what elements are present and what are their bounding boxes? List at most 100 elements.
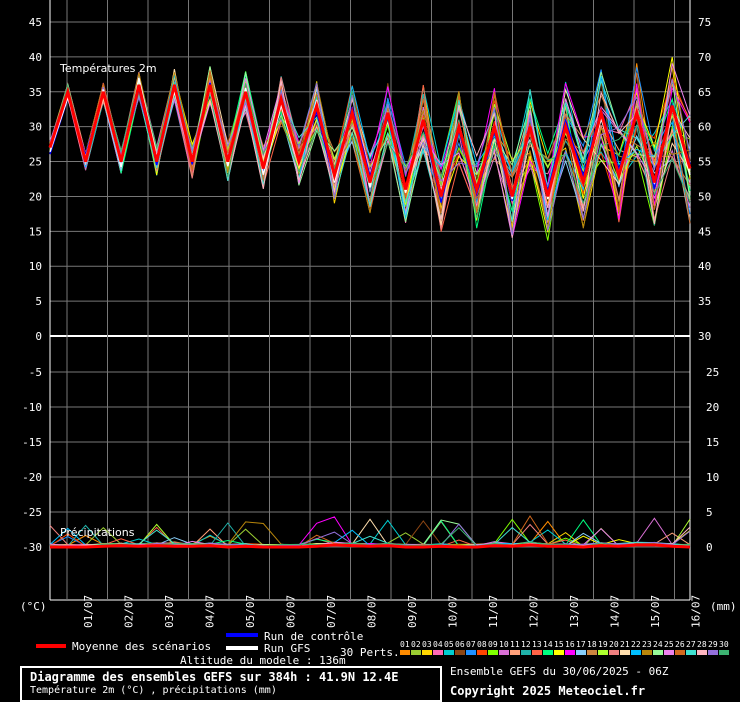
x-tick: 01/07 — [82, 595, 95, 628]
footer-subtitle: Température 2m (°C) , précipitations (mm… — [30, 685, 277, 696]
pert-swatch — [422, 650, 432, 655]
x-tick: 09/07 — [406, 595, 419, 628]
pert-number: 27 — [686, 640, 696, 649]
pert-swatch — [587, 650, 597, 655]
copyright: Copyright 2025 Meteociel.fr — [450, 684, 646, 698]
pert-swatch — [444, 650, 454, 655]
x-tick: 05/07 — [244, 595, 257, 628]
x-tick: 11/07 — [487, 595, 500, 628]
perts-label: 30 Perts. — [340, 646, 400, 659]
y-tick-left: 45 — [29, 16, 42, 29]
x-tick: 08/07 — [366, 595, 379, 628]
y-tick-left: -10 — [22, 401, 42, 414]
y-tick-right: 70 — [698, 51, 711, 64]
y-tick-right: 35 — [698, 295, 711, 308]
pert-number: 24 — [653, 640, 663, 649]
x-tick: 02/07 — [123, 595, 136, 628]
pert-number: 01 — [400, 640, 410, 649]
y-tick-left: 40 — [29, 51, 42, 64]
unit-left: (°C) — [20, 600, 47, 613]
pert-swatch — [697, 650, 707, 655]
pert-swatch — [686, 650, 696, 655]
pert-number: 05 — [444, 640, 454, 649]
y-tick-left: 20 — [29, 190, 42, 203]
y-tick-right: 75 — [698, 16, 711, 29]
pert-number: 16 — [565, 640, 575, 649]
pert-swatch — [433, 650, 443, 655]
pert-number: 13 — [532, 640, 542, 649]
y-tick-right: 50 — [698, 190, 711, 203]
pert-number: 09 — [488, 640, 498, 649]
pert-number: 08 — [477, 640, 487, 649]
unit-right: (mm) — [710, 600, 737, 613]
x-tick: 16/07 — [690, 595, 703, 628]
y-tick-left: 30 — [29, 121, 42, 134]
y-tick-left: 10 — [29, 260, 42, 273]
pert-swatch — [620, 650, 630, 655]
pert-swatch — [598, 650, 608, 655]
y-tick-left: 15 — [29, 225, 42, 238]
y-tick-left: -20 — [22, 471, 42, 484]
precip-panel-title: Précipitations — [60, 526, 135, 539]
pert-swatch — [576, 650, 586, 655]
pert-swatch — [521, 650, 531, 655]
pert-number: 19 — [598, 640, 608, 649]
pert-swatch — [675, 650, 685, 655]
pert-number: 25 — [664, 640, 674, 649]
y-tick-left: 25 — [29, 156, 42, 169]
y-tick-right: 45 — [698, 225, 711, 238]
y-tick-right: 30 — [698, 330, 711, 343]
chart-grid — [49, 0, 691, 601]
pert-swatch — [532, 650, 542, 655]
y-tick-right: 15 — [706, 436, 719, 449]
ensemble-chart: 45 7540 7035 6530 6025 5520 5015 4510 405 350 30-5… — [20, 0, 737, 667]
pert-number: 29 — [708, 640, 718, 649]
pert-swatch — [488, 650, 498, 655]
pert-number: 21 — [620, 640, 630, 649]
run-info: Ensemble GEFS du 30/06/2025 - 06Z — [450, 665, 669, 678]
y-tick-right: 10 — [706, 471, 719, 484]
pert-number: 14 — [543, 640, 553, 649]
x-tick: 04/07 — [204, 595, 217, 628]
y-tick-left: 5 — [35, 295, 42, 308]
pert-number: 07 — [466, 640, 476, 649]
pert-swatch — [719, 650, 729, 655]
legend-mean-label: Moyenne des scénarios — [72, 640, 211, 653]
x-tick: 14/07 — [609, 595, 622, 628]
x-tick: 03/07 — [163, 595, 176, 628]
y-tick-left: 0 — [35, 330, 42, 343]
pert-number: 22 — [631, 640, 641, 649]
pert-number: 30 — [719, 640, 729, 649]
pert-number: 03 — [422, 640, 432, 649]
pert-swatch — [653, 650, 663, 655]
y-tick-right: 0 — [706, 541, 713, 554]
pert-number: 02 — [411, 640, 421, 649]
pert-swatch — [466, 650, 476, 655]
mean-precip-line — [50, 543, 691, 549]
y-tick-right: 5 — [706, 506, 713, 519]
pert-number: 18 — [587, 640, 597, 649]
y-tick-left: -25 — [22, 506, 42, 519]
pert-swatch — [565, 650, 575, 655]
pert-swatch — [510, 650, 520, 655]
pert-number: 20 — [609, 640, 619, 649]
x-tick: 06/07 — [285, 595, 298, 628]
pert-number: 12 — [521, 640, 531, 649]
perturbation-legend: 01 02 03 04 05 06 07 08 09 10 11 12 13 14 15 16 17 18 19 20… — [400, 640, 729, 655]
x-tick: 12/07 — [528, 595, 541, 628]
pert-swatch — [554, 650, 564, 655]
pert-number: 28 — [697, 640, 707, 649]
y-tick-left: -30 — [22, 541, 42, 554]
x-tick: 13/07 — [568, 595, 581, 628]
pert-swatch — [411, 650, 421, 655]
y-tick-right: 65 — [698, 86, 711, 99]
pert-swatch — [477, 650, 487, 655]
temperature-panel-title: Températures 2m — [59, 62, 157, 75]
pert-swatch — [609, 650, 619, 655]
pert-swatch — [499, 650, 509, 655]
pert-number: 17 — [576, 640, 586, 649]
y-tick-right: 20 — [706, 401, 719, 414]
y-tick-left: -15 — [22, 436, 42, 449]
y-tick-left: 35 — [29, 86, 42, 99]
legend-gfs-swatch — [226, 646, 258, 650]
